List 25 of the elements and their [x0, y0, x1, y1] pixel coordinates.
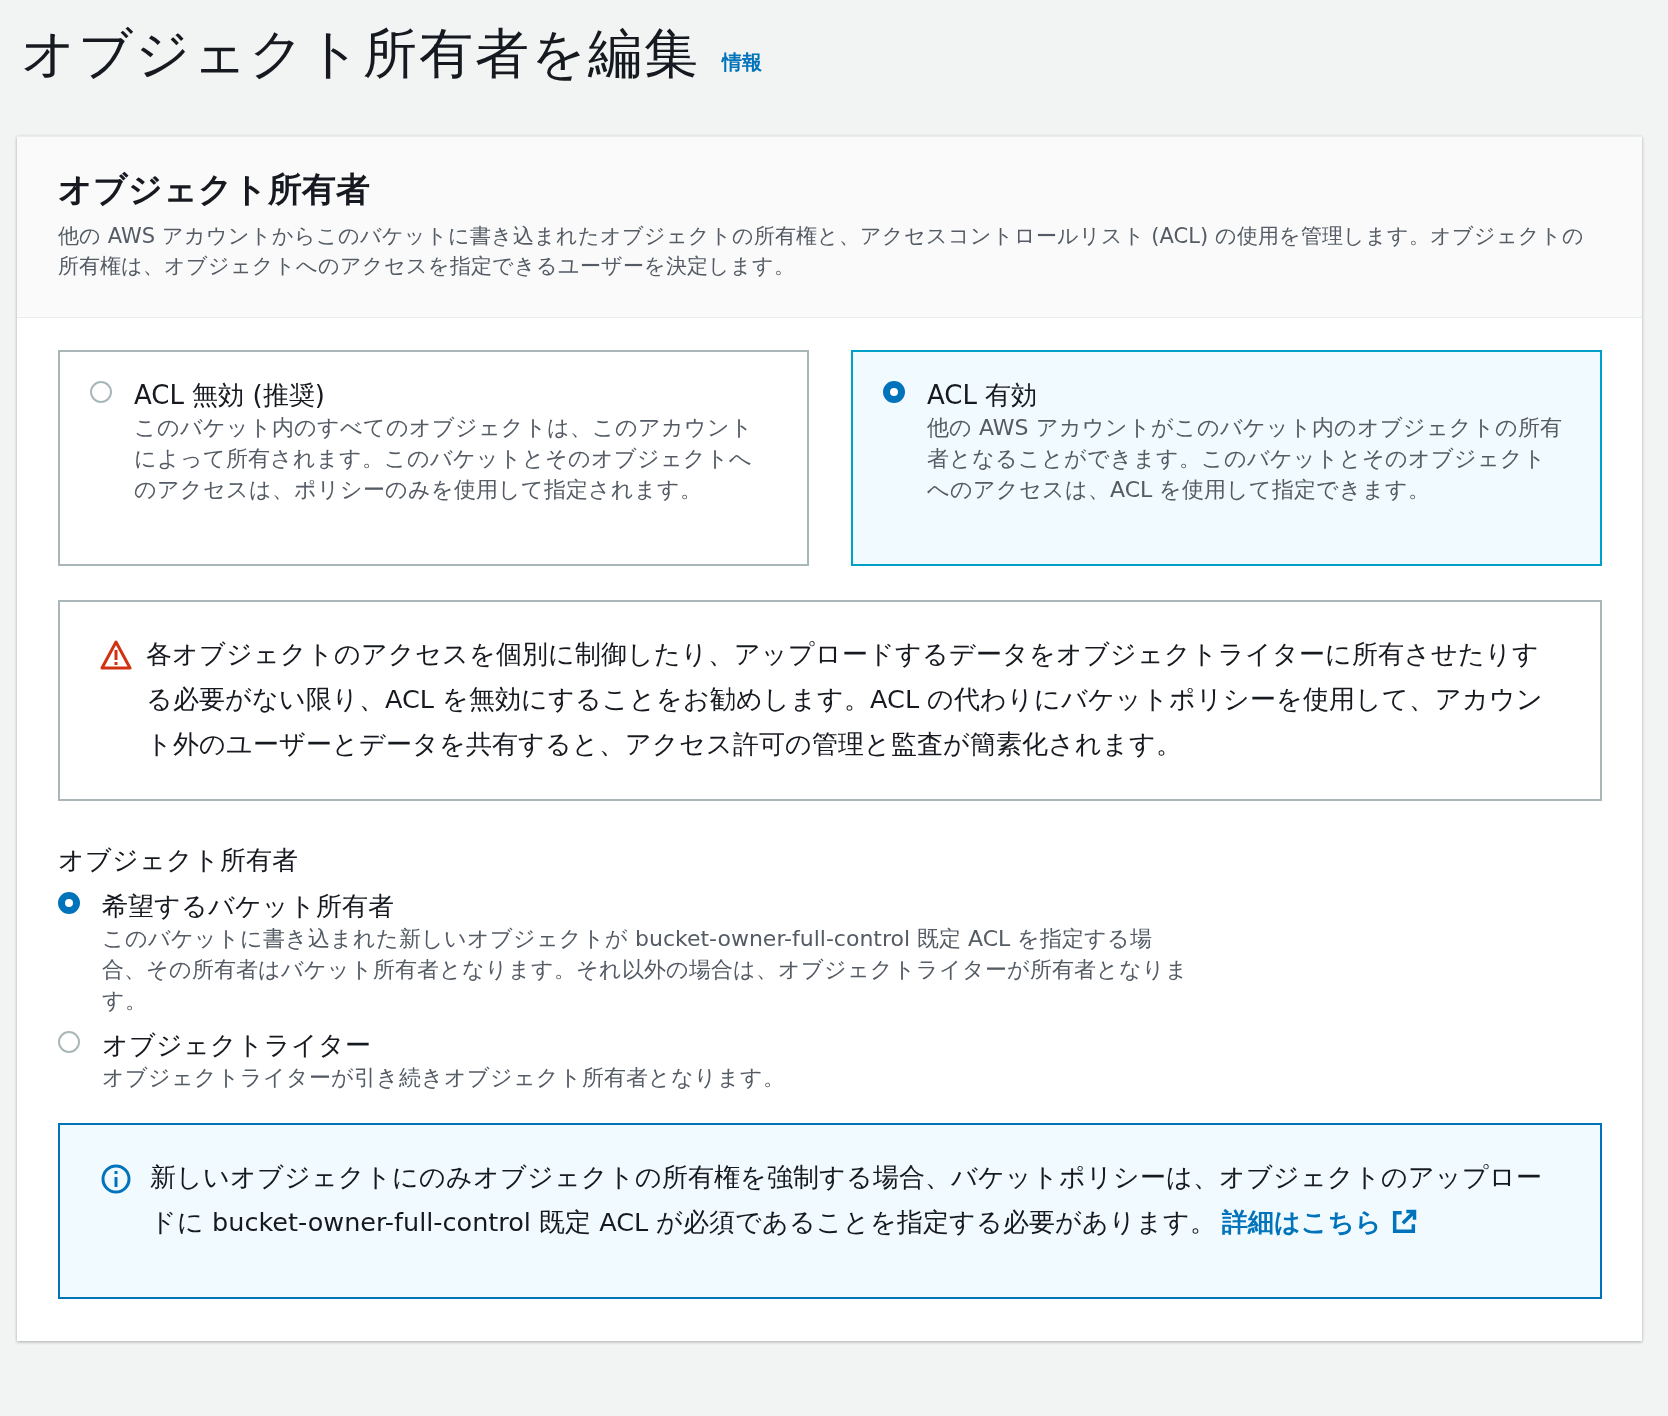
info-icon: [100, 1163, 132, 1195]
option-label: ACL 有効: [927, 379, 1039, 412]
field-label: オブジェクト所有者: [58, 844, 299, 877]
info-text: 新しいオブジェクトにのみオブジェクトの所有権を強制する場合、バケットポリシーは、オブジェクトのアップロードに bucket-owner-full-control 既定 ACL が必須であることを指定する必要があります。 詳細はこちら: [150, 1161, 1543, 1239]
option-tile[interactable]: ACL 有効 他の AWS アカウントがこのバケット内のオブジェクトの所有者となることができます。このバケットとそのオブジェクトへのアクセスは、ACL を使用して指定できます。: [851, 350, 1602, 566]
option-description: このバケット内のすべてのオブジェクトは、このアカウントによって所有されます。このバケットとそのオブジェクトへのアクセスは、ポリシーのみを使用して指定されます。: [134, 414, 754, 504]
external-link-icon: [1390, 1208, 1419, 1236]
panel-description: 他の AWS アカウントからこのバケットに書き込まれたオブジェクトの所有権と、アクセスコントロールリスト (ACL) の使用を管理します。オブジェクトの所有権は、オブジェクトへのアクセスを指定できるユーザーを決定します。: [58, 223, 1585, 280]
radio-button[interactable]: [58, 892, 80, 914]
option-description: 他の AWS アカウントがこのバケット内のオブジェクトの所有者となることができます。このバケットとそのオブジェクトへのアクセスは、ACL を使用して指定できます。: [927, 414, 1562, 504]
option-label: ACL 無効 (推奨): [134, 379, 326, 412]
radio-button[interactable]: [90, 381, 112, 403]
page-title: オブジェクト所有者を編集: [21, 21, 700, 87]
option-tile[interactable]: ACL 無効 (推奨) このバケット内のすべてのオブジェクトは、このアカウントによって所有されます。このバケットとそのオブジェクトへのアクセスは、ポリシーのみを使用して指定されます。: [58, 350, 809, 566]
option-label: 希望するバケット所有者: [102, 890, 395, 923]
radio-button[interactable]: [58, 1031, 80, 1053]
panel-title: オブジェクト所有者: [58, 168, 371, 211]
option-label: オブジェクトライター: [102, 1029, 372, 1062]
warning-icon: [100, 640, 132, 670]
option-description: オブジェクトライターが引き続きオブジェクト所有者となります。: [102, 1064, 785, 1092]
learn-more-link[interactable]: 詳細はこちら: [1222, 1207, 1419, 1237]
info-link[interactable]: 情報: [722, 49, 762, 76]
warning-text: 各オブジェクトのアクセスを個別に制御したり、アップロードするデータをオブジェクトライターに所有させたりする必要がない限り、ACL を無効にすることをお勧めします。ACL の代わりにバケットポリシーを使用して、アカウント外のユーザーとデータを共有すると、アクセス許可の管理と監査が簡素化されます。: [146, 638, 1545, 761]
option-description: このバケットに書き込まれた新しいオブジェクトが bucket-owner-full-control 既定 ACL を指定する場合、その所有者はバケット所有者となります。それ以外の場合は、オブジェクトライターが所有者となります。: [102, 925, 1189, 1015]
radio-button[interactable]: [883, 381, 905, 403]
